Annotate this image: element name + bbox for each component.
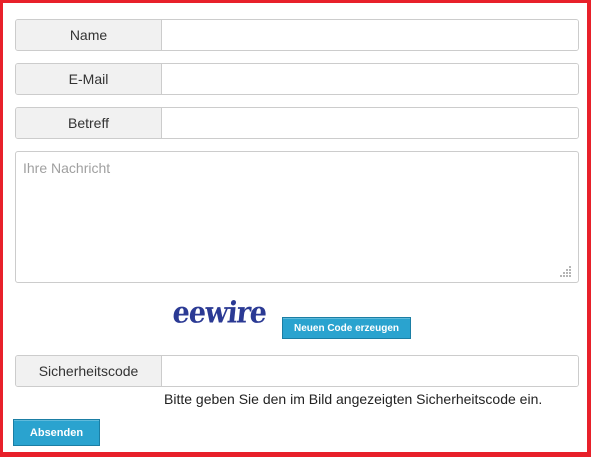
name-input[interactable] (162, 20, 578, 50)
name-row: Name (15, 19, 579, 51)
subject-label: Betreff (16, 108, 162, 138)
captcha-image-text: eewire (171, 295, 268, 330)
resize-grip-icon[interactable] (559, 264, 573, 278)
message-textarea[interactable] (15, 151, 579, 283)
subject-input[interactable] (162, 108, 578, 138)
email-input[interactable] (162, 64, 578, 94)
captcha-row: Sicherheitscode (15, 355, 579, 387)
submit-button[interactable]: Absenden (13, 419, 100, 446)
captcha-label: Sicherheitscode (16, 356, 162, 386)
captcha-hint: Bitte geben Sie den im Bild angezeigten … (164, 391, 543, 407)
captcha-input[interactable] (162, 356, 578, 386)
contact-form-frame: Name E-Mail Betreff eewire Neuen Code er… (0, 0, 591, 457)
new-code-button[interactable]: Neuen Code erzeugen (282, 317, 411, 339)
email-row: E-Mail (15, 63, 579, 95)
subject-row: Betreff (15, 107, 579, 139)
name-label: Name (16, 20, 162, 50)
email-label: E-Mail (16, 64, 162, 94)
captcha-image: eewire (171, 295, 268, 339)
